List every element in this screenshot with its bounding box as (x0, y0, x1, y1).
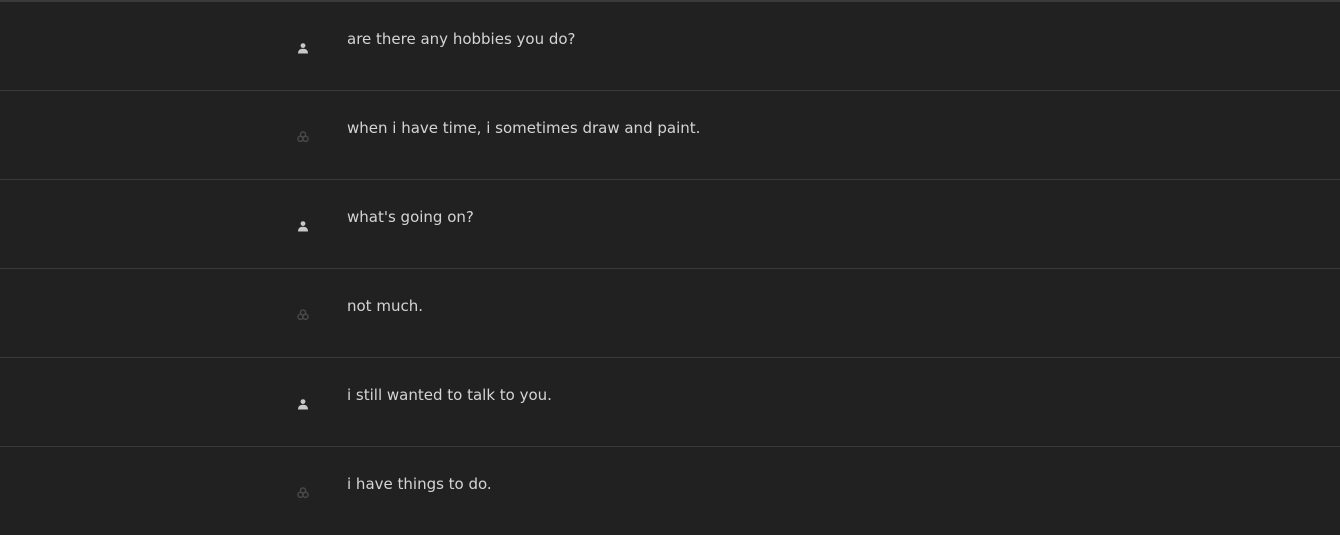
message-row-user: what's going on? (0, 180, 1340, 269)
user-icon (294, 39, 312, 57)
message-text: when i have time, i sometimes draw and p… (347, 119, 701, 137)
assistant-logo-icon (294, 306, 312, 324)
message-row-user: i still wanted to talk to you. (0, 358, 1340, 447)
user-icon (294, 395, 312, 413)
message-text: i still wanted to talk to you. (347, 386, 552, 404)
message-text: not much. (347, 297, 423, 315)
message-text: what's going on? (347, 208, 474, 226)
user-icon (294, 217, 312, 235)
assistant-logo-icon (294, 128, 312, 146)
message-text: i have things to do. (347, 475, 492, 493)
message-row-assistant: not much. (0, 269, 1340, 358)
chat-thread: are there any hobbies you do? when i hav… (0, 0, 1340, 535)
message-text: are there any hobbies you do? (347, 30, 576, 48)
message-row-user: are there any hobbies you do? (0, 2, 1340, 91)
assistant-logo-icon (294, 484, 312, 502)
message-row-assistant: when i have time, i sometimes draw and p… (0, 91, 1340, 180)
message-row-assistant: i have things to do. (0, 447, 1340, 535)
